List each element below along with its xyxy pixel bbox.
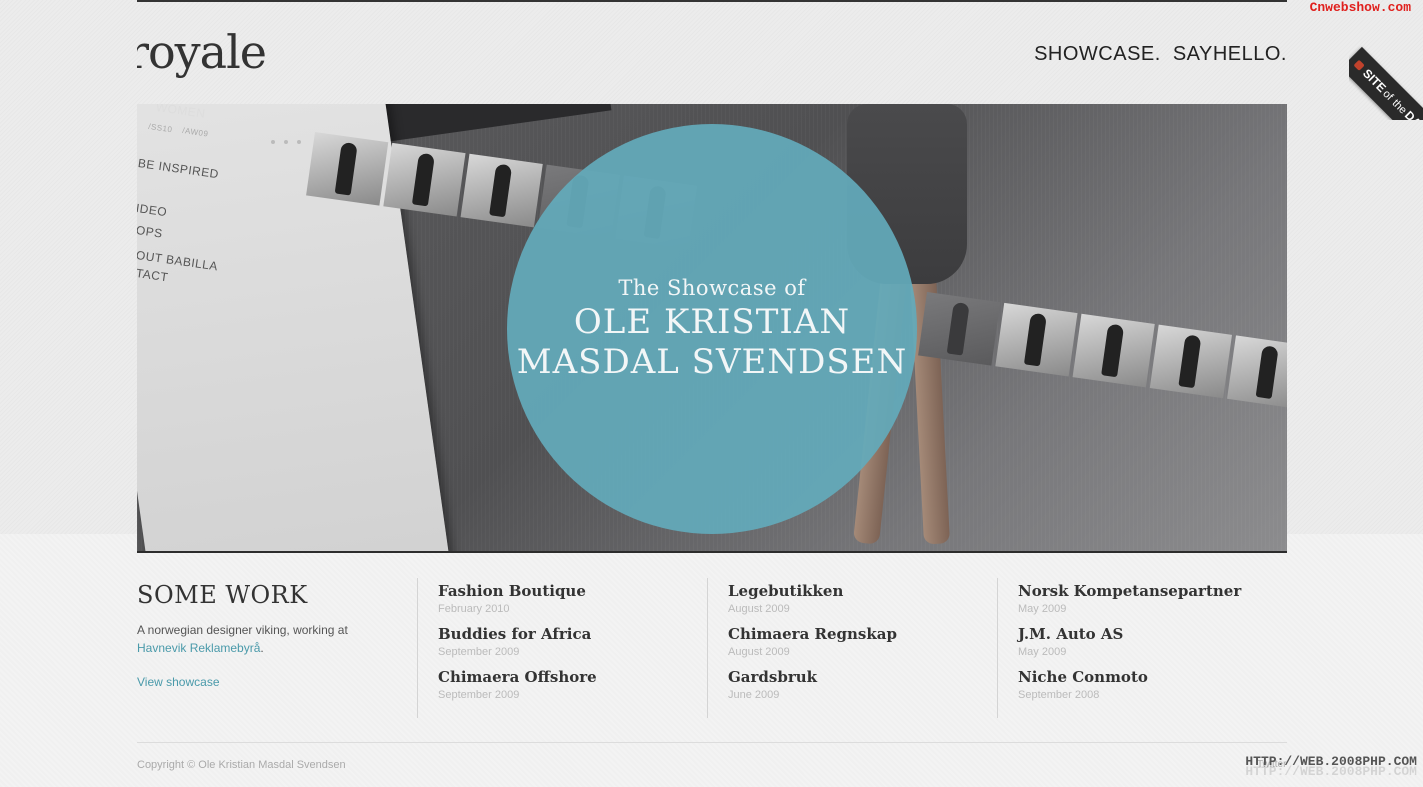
- nav-sayhello[interactable]: SAYHELLO.: [1173, 43, 1287, 66]
- work-title[interactable]: Buddies for Africa: [438, 625, 697, 643]
- thumbnail-image: [1072, 313, 1155, 388]
- work-title[interactable]: Niche Conmoto: [1018, 668, 1277, 686]
- work-item: Legebutikken August 2009: [728, 582, 987, 615]
- site-of-the-day-ribbon[interactable]: SITEoftheDAY: [1349, 20, 1423, 120]
- work-column-3: Norsk Kompetansepartner May 2009 J.M. Au…: [997, 578, 1277, 718]
- work-date: May 2009: [1018, 603, 1067, 615]
- work-item: Fashion Boutique February 2010: [438, 582, 697, 615]
- intro-text: A norwegian designer viking, working at H…: [137, 623, 348, 655]
- thumbnail-image: [306, 132, 389, 206]
- work-item: Chimaera Regnskap August 2009: [728, 625, 987, 658]
- work-item: Norsk Kompetansepartner May 2009: [1018, 582, 1277, 615]
- work-date: August 2009: [728, 603, 790, 615]
- section-heading: SOME WORK: [137, 581, 308, 609]
- work-date: May 2009: [1018, 646, 1067, 658]
- hero-title-circle: The Showcase of OLE KRISTIAN MASDAL SVEN…: [507, 124, 917, 534]
- top-rule: [137, 0, 1287, 2]
- nav-showcase[interactable]: SHOWCASE.: [1034, 43, 1161, 66]
- hero-pretitle: The Showcase of: [618, 276, 806, 300]
- work-title[interactable]: Fashion Boutique: [438, 582, 697, 600]
- work-item: Buddies for Africa September 2009: [438, 625, 697, 658]
- work-date: June 2009: [728, 689, 780, 701]
- work-date: September 2009: [438, 646, 520, 658]
- watermark-top: Cnwebshow.com: [1309, 0, 1411, 15]
- employer-link[interactable]: Havnevik Reklamebyrå: [137, 641, 260, 655]
- view-showcase-link[interactable]: View showcase: [137, 675, 220, 689]
- thumbnail-image: [995, 302, 1078, 377]
- watermark-bottom: HTTP://WEB.2008PHP.COM: [1245, 754, 1417, 769]
- work-column-2: Legebutikken August 2009 Chimaera Regnsk…: [707, 578, 987, 718]
- work-date: February 2010: [438, 603, 510, 615]
- footer-divider: [137, 742, 1287, 743]
- work-item: Gardsbruk June 2009: [728, 668, 987, 701]
- hero-name-line1: OLE KRISTIAN: [573, 302, 851, 342]
- work-title[interactable]: Chimaera Regnskap: [728, 625, 987, 643]
- work-title[interactable]: Chimaera Offshore: [438, 668, 697, 686]
- work-date: September 2009: [438, 689, 520, 701]
- work-date: September 2008: [1018, 689, 1100, 701]
- work-column-1: Fashion Boutique February 2010 Buddies f…: [417, 578, 697, 718]
- work-title[interactable]: Legebutikken: [728, 582, 987, 600]
- thumbnail-image: [383, 142, 466, 217]
- work-item: Niche Conmoto September 2008: [1018, 668, 1277, 701]
- hero-banner: WOMEN /SS10 /AW09 BE INSPIRED IDEO OPS O…: [137, 104, 1287, 553]
- thumbnail-image: [1149, 324, 1233, 399]
- copyright-text: Copyright © Ole Kristian Masdal Svendsen: [137, 759, 346, 771]
- work-date: August 2009: [728, 646, 790, 658]
- work-title[interactable]: Gardsbruk: [728, 668, 987, 686]
- thumbnail-image: [1227, 335, 1287, 410]
- thumbnail-image: [918, 292, 1001, 366]
- work-title[interactable]: J.M. Auto AS: [1018, 625, 1277, 643]
- main-nav: SHOWCASE. SAYHELLO.: [1034, 43, 1287, 66]
- work-item: J.M. Auto AS May 2009: [1018, 625, 1277, 658]
- thumbnail-image: [460, 153, 543, 228]
- screenshot-pager-dots: [271, 131, 310, 149]
- work-title[interactable]: Norsk Kompetansepartner: [1018, 582, 1277, 600]
- site-logo[interactable]: royale: [137, 22, 267, 82]
- intro-section: SOME WORK A norwegian designer viking, w…: [137, 581, 387, 691]
- work-item: Chimaera Offshore September 2009: [438, 668, 697, 701]
- award-icon: [1353, 59, 1365, 72]
- hero-name-line2: MASDAL SVENDSEN: [516, 342, 908, 382]
